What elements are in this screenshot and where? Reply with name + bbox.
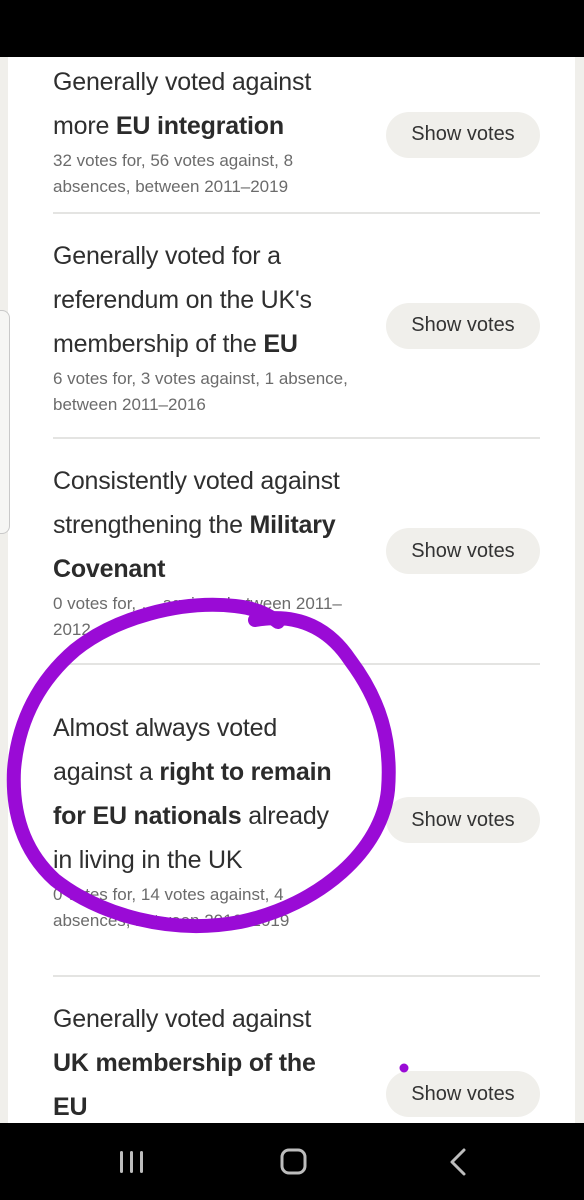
- policy-vote-summary: 6 votes for, 3 votes against, 1 absence,…: [53, 368, 348, 414]
- policy-list: Generally voted against more EU integrat…: [53, 57, 540, 1123]
- home-icon: [280, 1148, 307, 1175]
- back-icon: [450, 1148, 466, 1176]
- edge-panel-handle[interactable]: [0, 310, 10, 534]
- recent-apps-button[interactable]: [112, 1147, 152, 1177]
- home-button[interactable]: [274, 1147, 314, 1177]
- policy-item: Generally voted against UK membership of…: [53, 977, 540, 1123]
- policy-text: Consistently voted against strengthening…: [53, 459, 353, 643]
- show-votes-button[interactable]: Show votes: [386, 302, 540, 349]
- votes-card: Generally voted against more EU integrat…: [8, 57, 575, 1123]
- policy-vote-summary: 0 votes for, 14 votes against, 4 absence…: [53, 885, 290, 930]
- recent-apps-icon: [120, 1151, 143, 1173]
- policy-item: Generally voted against more EU integrat…: [53, 57, 540, 214]
- policy-text: Generally voted against UK membership of…: [53, 997, 353, 1123]
- system-navigation-bar: [0, 1123, 584, 1200]
- policy-item-highlighted: Almost always voted against a right to r…: [53, 665, 540, 977]
- policy-title: Generally voted against UK membership of…: [53, 997, 353, 1123]
- policy-vote-summary: 32 votes for, 56 votes against, 8 absenc…: [53, 150, 294, 196]
- policy-title: Consistently voted against strengthening…: [53, 459, 353, 591]
- policy-title-text: Generally voted against: [53, 1005, 312, 1033]
- back-button[interactable]: [440, 1147, 480, 1177]
- show-votes-button[interactable]: Show votes: [386, 111, 540, 158]
- policy-title-bold: UK membership of the EU: [53, 1049, 316, 1121]
- policy-item: Generally voted for a referendum on the …: [53, 214, 540, 439]
- show-votes-button[interactable]: Show votes: [386, 528, 540, 574]
- show-votes-button[interactable]: Show votes: [386, 1071, 540, 1117]
- policy-text: Almost always voted against a right to r…: [53, 706, 353, 934]
- policy-text: Generally voted against more EU integrat…: [53, 60, 353, 200]
- status-bar: [0, 0, 584, 57]
- policy-vote-summary: 0 votes for, … against, between 2011–201…: [53, 594, 342, 639]
- policy-title: Generally voted for a referendum on the …: [53, 234, 353, 366]
- policy-title: Generally voted against more EU integrat…: [53, 60, 353, 148]
- policy-item: Consistently voted against strengthening…: [53, 439, 540, 665]
- policy-title: Almost always voted against a right to r…: [53, 706, 353, 882]
- policy-title-bold: EU: [263, 329, 298, 358]
- page: Generally voted against more EU integrat…: [0, 57, 584, 1123]
- policy-text: Generally voted for a referendum on the …: [53, 234, 353, 418]
- policy-title-bold: EU integration: [115, 111, 284, 140]
- show-votes-button[interactable]: Show votes: [386, 797, 540, 843]
